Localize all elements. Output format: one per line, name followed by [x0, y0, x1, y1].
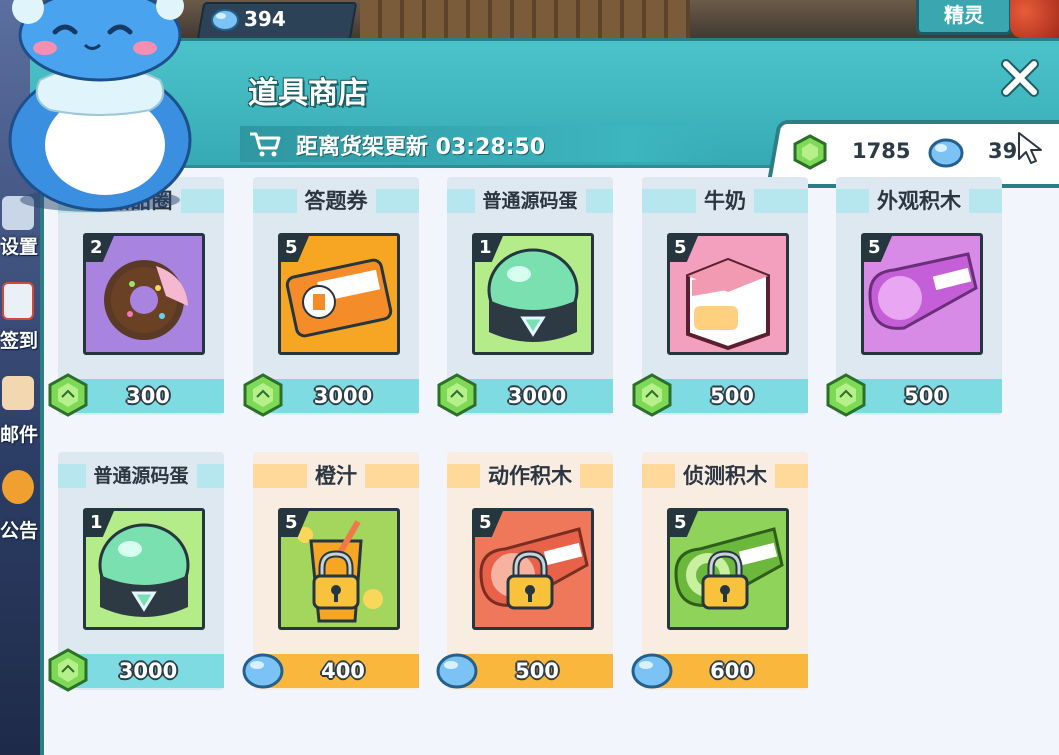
lock-icon: [701, 550, 749, 610]
shop-item-card[interactable]: 外观积木 5 500: [826, 177, 1002, 417]
item-quantity: 5: [285, 237, 298, 258]
shop-item-card[interactable]: 侦测积木 5 600: [631, 452, 808, 690]
item-price[interactable]: 500: [850, 379, 1002, 413]
shop-item-card[interactable]: 普通源码蛋 1 3000: [48, 452, 224, 692]
item-name: 普通源码蛋: [482, 190, 578, 212]
item-quantity: 5: [868, 237, 881, 258]
shop-item-card[interactable]: 普通源码蛋 1 3000: [437, 177, 613, 417]
spirit-button[interactable]: 精灵: [916, 0, 1012, 35]
gem-icon: [793, 134, 827, 170]
top-right-decoration: [1010, 0, 1059, 38]
item-name: 动作积木: [488, 464, 572, 488]
item-quantity: 1: [479, 237, 492, 258]
item-quantity: 5: [479, 512, 492, 533]
shop-title: 道具商店: [248, 76, 368, 111]
refresh-timer: 距离货架更新 03:28:50: [296, 135, 546, 160]
item-price[interactable]: 500: [461, 654, 613, 688]
item-price[interactable]: 600: [656, 654, 808, 688]
item-price[interactable]: 300: [72, 379, 224, 413]
item-image-frame[interactable]: 5: [667, 233, 789, 355]
close-icon[interactable]: [998, 56, 1042, 100]
item-name: 橙汁: [315, 464, 357, 488]
coin-balance: 39: [988, 139, 1018, 163]
item-price[interactable]: 3000: [267, 379, 419, 413]
item-image-frame[interactable]: 1: [83, 508, 205, 630]
item-quantity: 5: [674, 512, 687, 533]
item-name: 牛奶: [704, 189, 746, 213]
background-building: [360, 0, 690, 40]
item-name: 普通源码蛋: [93, 465, 189, 487]
item-name: 答题券: [304, 189, 368, 213]
cursor-icon: [1018, 132, 1042, 164]
item-image-frame[interactable]: 5: [278, 233, 400, 355]
mascot-character: [8, 0, 192, 212]
item-image-frame[interactable]: 1: [472, 233, 594, 355]
item-price[interactable]: 3000: [72, 654, 224, 688]
cart-icon: [250, 132, 281, 157]
shop-item-card[interactable]: 牛奶 5 500: [632, 177, 808, 417]
top-coin-value: 394: [244, 7, 286, 31]
item-name: 外观积木: [877, 189, 961, 213]
lock-icon: [312, 550, 360, 610]
item-price[interactable]: 400: [267, 654, 419, 688]
item-price[interactable]: 3000: [461, 379, 613, 413]
item-price[interactable]: 500: [656, 379, 808, 413]
coin-icon: [928, 138, 964, 168]
gem-balance: 1785: [852, 139, 911, 163]
shop-item-card[interactable]: 橙汁 5 400: [242, 452, 419, 690]
item-image-frame[interactable]: 2: [83, 233, 205, 355]
item-image-frame[interactable]: 5: [861, 233, 983, 355]
item-quantity: 2: [90, 237, 103, 258]
top-coin-counter: 394: [210, 6, 286, 32]
item-quantity: 5: [674, 237, 687, 258]
lock-icon: [506, 550, 554, 610]
shop-item-card[interactable]: 答题券 5 3000: [243, 177, 419, 417]
shop-item-card[interactable]: 动作积木 5 500: [436, 452, 613, 690]
item-quantity: 5: [285, 512, 298, 533]
item-quantity: 1: [90, 512, 103, 533]
item-name: 侦测积木: [683, 464, 767, 488]
